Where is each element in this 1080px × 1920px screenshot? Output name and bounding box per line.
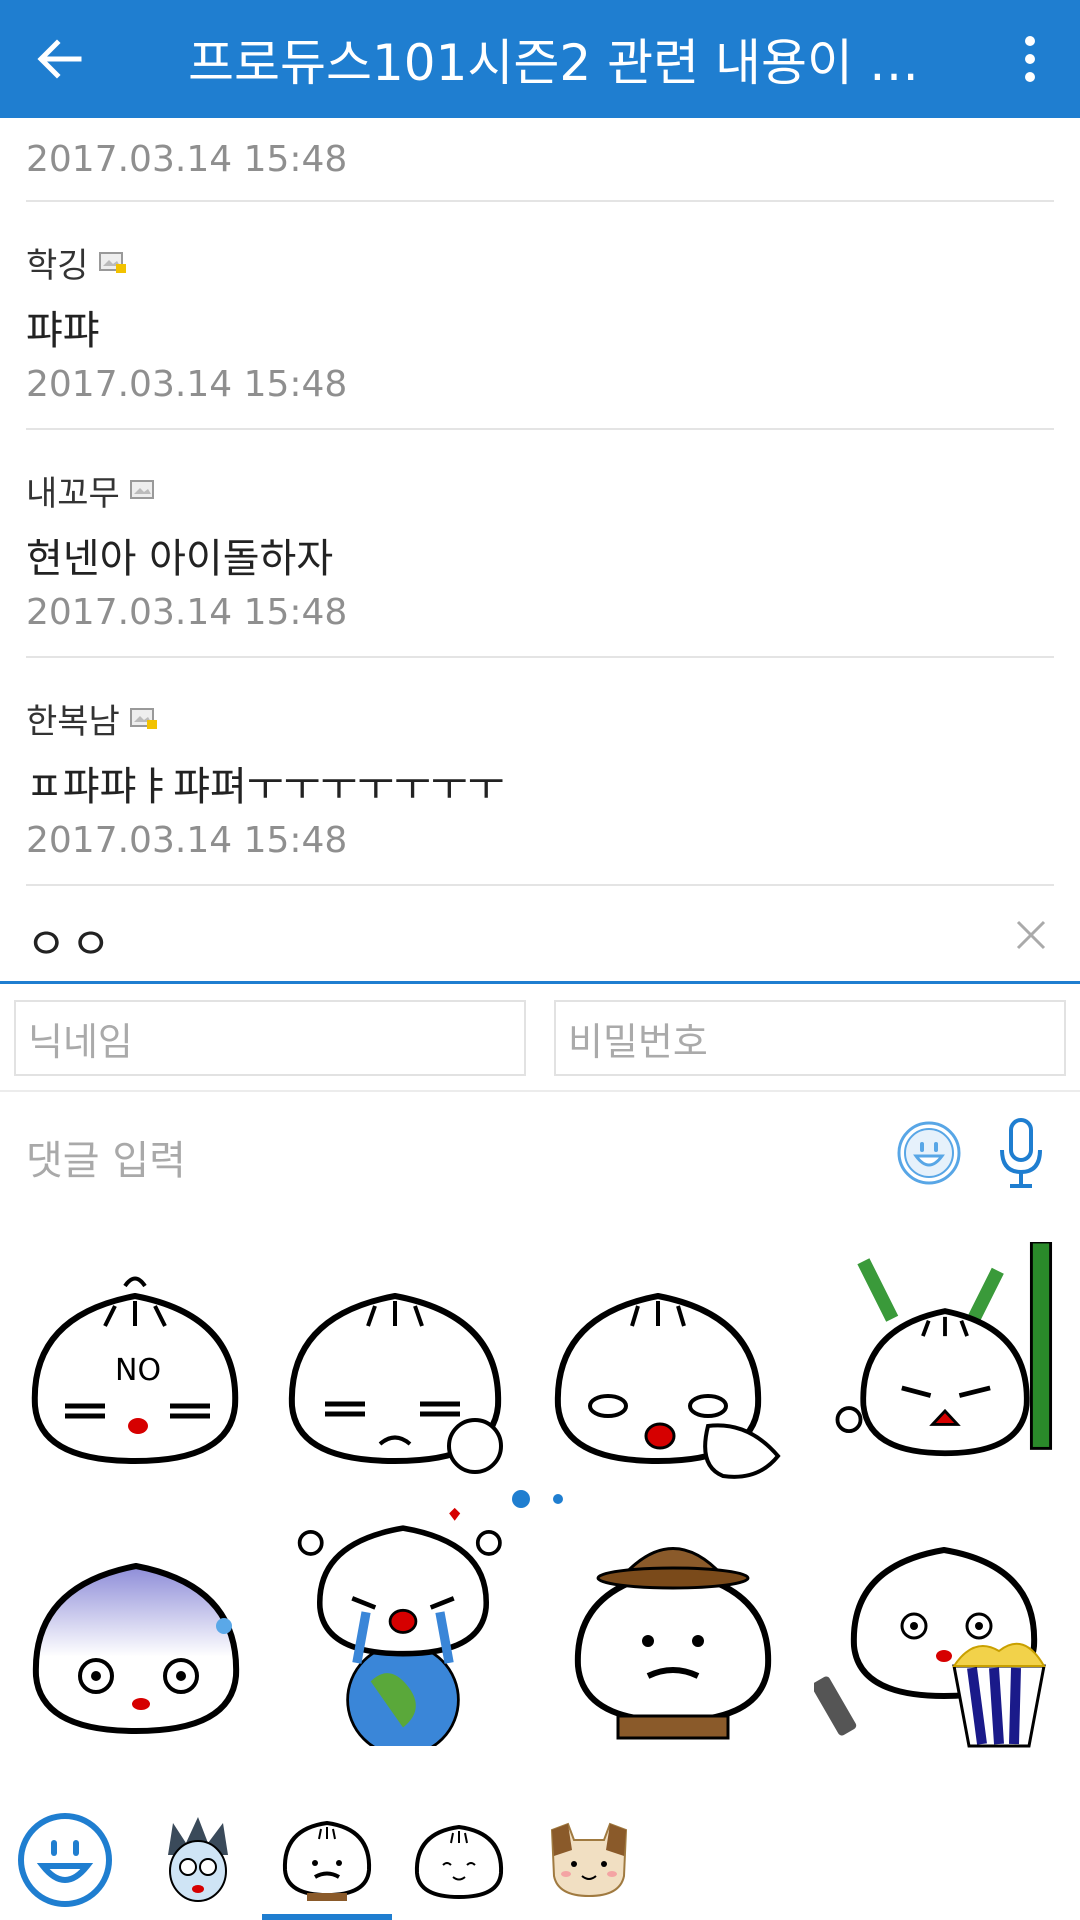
close-icon[interactable] — [1006, 910, 1056, 960]
comment-date: 2017.03.14 15:48 — [26, 364, 348, 405]
pack-tab-spiky-hair[interactable] — [133, 1800, 263, 1920]
reply-input[interactable]: 댓글 입력 — [26, 1128, 186, 1186]
dog-pack-icon — [550, 1822, 628, 1898]
microphone-icon[interactable] — [996, 1116, 1046, 1192]
comment-author: 한복남 — [26, 702, 120, 742]
comment-date: 2017.03.14 15:48 — [26, 118, 1054, 202]
sticker-dumpling-pointing[interactable] — [548, 1256, 798, 1496]
comment-body: ㅍ퍄퍄ㅑ퍄펴ㅜㅜㅜㅜㅜㅜㅜ — [26, 764, 505, 810]
comment-author: 학깅 — [26, 246, 89, 286]
pack-tab-smiling-dumpling[interactable] — [394, 1800, 524, 1920]
comment-author: 내꼬무 — [26, 474, 120, 514]
pack-tab-dog[interactable] — [524, 1800, 654, 1920]
pager-dot[interactable] — [553, 1494, 563, 1504]
app-bar: 프로듀스101시즌2 관련 내용이 있… — [0, 0, 1080, 118]
comment-date: 2017.03.14 15:48 — [26, 592, 348, 633]
sticker-dumpling-annoyed[interactable] — [280, 1256, 530, 1496]
comment-date: 2017.03.14 15:48 — [26, 820, 348, 861]
page-title: 프로듀스101시즌2 관련 내용이 있… — [188, 34, 965, 92]
password-field[interactable]: 비밀번호 — [554, 1000, 1066, 1076]
sticker-dumpling-bamboo[interactable] — [820, 1242, 1070, 1482]
nickname-field[interactable]: 닉네임 — [14, 1000, 526, 1076]
comment-item: 한복남 ㅍ퍄퍄ㅑ퍄펴ㅜㅜㅜㅜㅜㅜㅜ 2017.03.14 15:48 — [26, 658, 1054, 886]
comment-text-input[interactable]: ㅇㅇ — [0, 888, 1080, 984]
typed-text: ㅇㅇ — [26, 919, 115, 970]
comment-item: 내꼬무 현넨아 아이돌하자 2017.03.14 15:48 — [26, 430, 1054, 658]
spiky-hair-pack-icon — [168, 1817, 228, 1902]
sticker-dumpling-crying-globe[interactable] — [278, 1506, 528, 1746]
pack-tab-mustache-dumpling[interactable] — [262, 1800, 392, 1920]
image-badge-icon — [129, 707, 157, 729]
smiley-icon[interactable] — [896, 1120, 962, 1186]
sticker-pager — [0, 1486, 1080, 1512]
sticker-pack-bar — [0, 1800, 1080, 1920]
image-badge-icon — [98, 251, 126, 273]
sticker-dumpling-no[interactable]: NO — [10, 1256, 260, 1496]
mustache-dumpling-pack-icon — [282, 1820, 372, 1901]
sticker-dumpling-detective[interactable] — [548, 1516, 798, 1756]
comment-body: 현넨아 아이돌하자 — [26, 536, 334, 582]
comment-body: 퍄퍄 — [26, 308, 100, 354]
comment-list: 2017.03.14 15:48 학깅 퍄퍄 2017.03.14 15:48 … — [0, 118, 1080, 886]
more-vert-icon — [1025, 36, 1035, 82]
reply-input-row: 댓글 입력 — [0, 1092, 1080, 1216]
sticker-dumpling-sweating[interactable] — [6, 1526, 256, 1766]
comment-item: 학깅 퍄퍄 2017.03.14 15:48 — [26, 202, 1054, 430]
pager-dot-active[interactable] — [512, 1490, 530, 1508]
pack-tab-smiley[interactable] — [0, 1800, 130, 1920]
smiling-dumpling-pack-icon — [414, 1824, 504, 1900]
sticker-dumpling-popcorn[interactable] — [814, 1516, 1064, 1756]
sticker-no-text: NO — [115, 1353, 161, 1388]
image-badge-icon — [129, 479, 154, 499]
more-button[interactable] — [980, 0, 1080, 118]
back-button[interactable] — [0, 0, 118, 118]
credentials-row: 닉네임 비밀번호 — [0, 986, 1080, 1092]
arrow-left-icon — [37, 39, 82, 79]
smiley-pack-icon — [18, 1813, 112, 1907]
